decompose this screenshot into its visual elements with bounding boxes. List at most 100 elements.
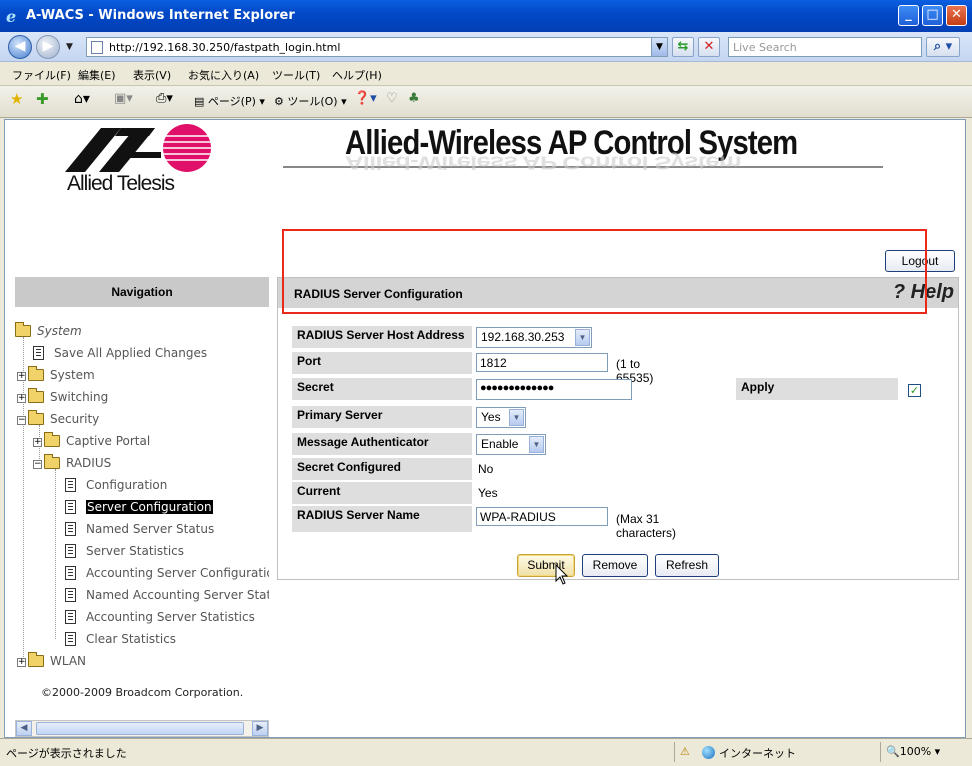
command-toolbar: ★ ✚ ⌂▾ ▣▾ ⎙▾ ▤ ページ(P) ▾ ⚙ ツール(O) ▾ ❓▾ ♡ …	[0, 86, 972, 118]
secret-configured-label: Secret Configured	[292, 458, 472, 480]
port-input[interactable]: 1812	[476, 353, 608, 372]
research-icon[interactable]: ♡	[386, 91, 398, 106]
scroll-left-icon[interactable]: ◀	[16, 721, 32, 736]
zone-label: インターネット	[719, 747, 796, 760]
refresh-icon[interactable]: ⇆	[672, 37, 694, 57]
chevron-down-icon: ▼	[509, 409, 524, 426]
app-title-reflection: Allied-Wireless AP Control System	[345, 152, 741, 172]
highlight-box	[282, 229, 927, 314]
page-icon	[91, 41, 103, 54]
close-button[interactable]: ✕	[946, 5, 967, 26]
menu-edit[interactable]: 編集(E)	[78, 67, 116, 83]
tools-menu[interactable]: ⚙ ツール(O) ▾	[274, 93, 347, 109]
tree-item-accounting-server-statistics[interactable]: Accounting Server Statistics	[65, 610, 255, 624]
tree-item-named-accounting-server-status[interactable]: Named Accounting Server Status	[65, 588, 269, 602]
tree-item-server-configuration[interactable]: Server Configuration	[65, 500, 213, 514]
message-authenticator-select[interactable]: Enable ▼	[476, 434, 546, 455]
messenger-icon[interactable]: ♣	[408, 91, 420, 106]
folder-open-icon	[28, 410, 44, 425]
search-go-icon[interactable]: ⌕ ▾	[926, 37, 960, 57]
address-dropdown-icon[interactable]: ▼	[651, 38, 667, 56]
navigation-header: Navigation	[15, 277, 269, 307]
tree-item-captive-portal[interactable]: + Captive Portal	[33, 432, 150, 448]
menu-view[interactable]: 表示(V)	[133, 67, 171, 83]
menu-tools[interactable]: ツール(T)	[272, 67, 320, 83]
zoom-control[interactable]: 🔍100% ▾	[886, 745, 940, 758]
page-menu[interactable]: ▤ ページ(P) ▾	[194, 93, 265, 109]
minimize-button[interactable]: _	[898, 5, 919, 26]
tree-item-named-server-status[interactable]: Named Server Status	[65, 522, 214, 536]
document-icon	[65, 522, 76, 536]
help-icon[interactable]: ❓▾	[354, 91, 377, 106]
copyright-text: ©2000-2009 Broadcom Corporation.	[41, 686, 244, 699]
primary-server-label: Primary Server	[292, 406, 472, 428]
menu-file[interactable]: ファイル(F)	[12, 67, 71, 83]
tree-item-system[interactable]: + System	[17, 366, 95, 382]
stop-icon[interactable]: ✕	[698, 37, 720, 57]
page-content: Allied Telesis Allied-Wireless AP Contro…	[4, 119, 966, 738]
expand-icon[interactable]: +	[17, 372, 26, 381]
tree-item-server-statistics[interactable]: Server Statistics	[65, 544, 184, 558]
tree-item-radius[interactable]: − RADIUS	[33, 454, 111, 470]
primary-server-select[interactable]: Yes ▼	[476, 407, 526, 428]
tree-item-accounting-server-configuration[interactable]: Accounting Server Configuration	[65, 566, 269, 580]
remove-button[interactable]: Remove	[582, 554, 648, 577]
history-dropdown-icon[interactable]: ▼	[66, 42, 73, 52]
tree-root-system[interactable]: System	[15, 322, 82, 338]
globe-icon	[702, 746, 715, 759]
refresh-button[interactable]: Refresh	[655, 554, 719, 577]
tree-item-radius-configuration[interactable]: Configuration	[65, 478, 167, 492]
favorites-star-icon[interactable]: ★	[10, 90, 23, 108]
maximize-button[interactable]: □	[922, 5, 943, 26]
expand-icon[interactable]: +	[17, 394, 26, 403]
secret-label: Secret	[292, 378, 472, 400]
status-bar: ページが表示されました ⚠ インターネット 🔍100% ▾	[0, 738, 972, 766]
message-authenticator-label: Message Authenticator	[292, 433, 472, 455]
window-title: A-WACS - Windows Internet Explorer	[26, 8, 295, 23]
address-field[interactable]: http://192.168.30.250/fastpath_login.htm…	[86, 37, 668, 57]
current-label: Current	[292, 482, 472, 504]
feeds-icon[interactable]: ▣▾	[114, 91, 133, 106]
expand-icon[interactable]: +	[17, 658, 26, 667]
zoom-value: 100%	[899, 745, 932, 758]
secret-configured-value: No	[478, 462, 494, 476]
tree-item-save-changes[interactable]: Save All Applied Changes	[33, 346, 207, 360]
secret-input[interactable]: ●●●●●●●●●●●●●	[476, 379, 632, 400]
document-icon	[65, 588, 76, 602]
forward-button[interactable]: ▶	[36, 35, 60, 59]
brand-name: Allied Telesis	[67, 172, 175, 195]
status-separator	[880, 742, 881, 762]
add-favorite-icon[interactable]: ✚	[36, 90, 49, 108]
host-address-value: 192.168.30.253	[481, 330, 565, 344]
message-authenticator-value: Enable	[481, 437, 519, 451]
menu-bar: ファイル(F) 編集(E) 表示(V) お気に入り(A) ツール(T) ヘルプ(…	[0, 62, 972, 86]
back-button[interactable]: ◀	[8, 35, 32, 59]
search-input[interactable]: Live Search	[728, 37, 922, 57]
server-name-input[interactable]: WPA-RADIUS	[476, 507, 608, 526]
apply-checkbox[interactable]: ✓	[908, 384, 921, 397]
tree-item-clear-statistics[interactable]: Clear Statistics	[65, 632, 176, 646]
tree-item-switching[interactable]: + Switching	[17, 388, 108, 404]
host-address-select[interactable]: 192.168.30.253 ▼	[476, 327, 592, 348]
nav-horizontal-scrollbar[interactable]: ◀ ▶	[15, 720, 269, 737]
menu-help[interactable]: ヘルプ(H)	[332, 67, 382, 83]
tree-item-security[interactable]: − Security	[17, 410, 99, 426]
home-icon[interactable]: ⌂▾	[74, 91, 90, 107]
expand-icon[interactable]: +	[33, 438, 42, 447]
collapse-icon[interactable]: −	[33, 460, 42, 469]
scroll-thumb[interactable]	[36, 722, 244, 735]
tools-menu-label: ツール(O)	[287, 95, 338, 108]
window-titlebar: e A-WACS - Windows Internet Explorer _ □…	[0, 0, 972, 32]
apply-label: Apply	[736, 378, 898, 400]
status-text: ページが表示されました	[6, 747, 127, 760]
document-icon	[65, 632, 76, 646]
server-name-label: RADIUS Server Name	[292, 506, 472, 532]
tree-line	[55, 469, 56, 639]
collapse-icon[interactable]: −	[17, 416, 26, 425]
print-icon[interactable]: ⎙▾	[156, 91, 173, 106]
document-icon	[33, 346, 44, 360]
menu-favorites[interactable]: お気に入り(A)	[188, 67, 259, 83]
scroll-right-icon[interactable]: ▶	[252, 721, 268, 736]
zone-indicator[interactable]: インターネット	[702, 745, 796, 761]
tree-item-wlan[interactable]: + WLAN	[17, 652, 86, 668]
